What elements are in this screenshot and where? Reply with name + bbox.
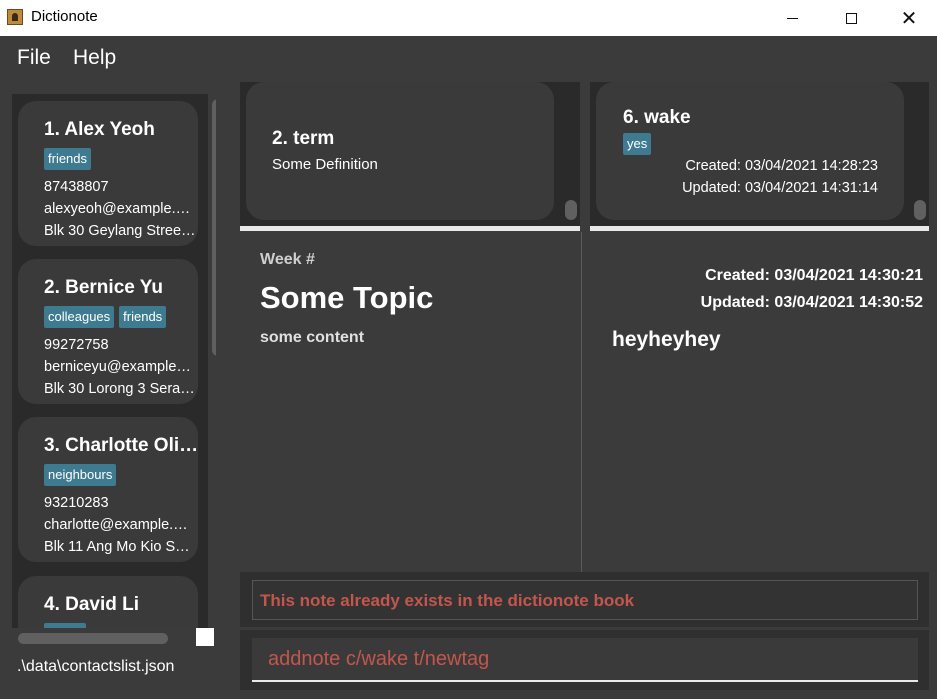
contact-name: 1. Alex Yeoh [44,119,155,140]
split-divider[interactable] [240,226,580,231]
contact-list-horizontal-scrollbar[interactable] [12,628,198,646]
result-box: This note already exists in the dictiono… [252,580,918,620]
definition-card[interactable]: 2. term Some Definition [246,82,554,220]
contact-card[interactable]: 3. Charlotte Oli… neighbours 93210283 ch… [18,417,198,562]
contact-phone: 93210283 [44,495,109,511]
contact-name: 3. Charlotte Oli… [44,435,199,456]
contact-address: Blk 30 Lorong 3 Sera… [44,381,195,397]
note-view: Created: 03/04/2021 14:30:21 Updated: 03… [592,232,929,572]
week-label: Week # [260,251,315,268]
close-icon: ✕ [900,6,918,30]
contact-name: 2. Bernice Yu [44,277,163,298]
contact-list[interactable]: 1. Alex Yeoh friends 87438807 alexyeoh@e… [12,94,216,629]
split-divider[interactable] [590,226,929,231]
contact-card[interactable]: 1. Alex Yeoh friends 87438807 alexyeoh@e… [18,101,198,246]
definition-title: 2. term [272,128,335,149]
note-created: Created: 03/04/2021 14:28:23 [685,158,878,174]
note-card[interactable]: 6. wake yes Created: 03/04/2021 14:28:23… [596,82,904,220]
content-text: some content [260,329,365,346]
contact-card[interactable]: 4. David Li family [18,576,198,629]
scrollbar-thumb[interactable] [565,200,577,220]
contact-address: Blk 30 Geylang Stree… [44,223,196,239]
title-bar: Dictionote ✕ [0,0,937,36]
contact-panel: 1. Alex Yeoh friends 87438807 alexyeoh@e… [0,82,228,699]
note-tags: yes [623,133,652,155]
minimize-button[interactable] [763,0,821,36]
contact-address: Blk 11 Ang Mo Kio S… [44,539,190,555]
contact-tags: neighbours [44,464,117,486]
contact-email: berniceyu@example… [44,359,191,375]
menu-bar: File Help [0,36,937,82]
definition-text: Some Definition [272,156,378,173]
note-list[interactable]: 6. wake yes Created: 03/04/2021 14:28:23… [590,82,929,227]
note-title: 6. wake [623,107,691,128]
contact-card[interactable]: 2. Bernice Yu colleagues friends 9927275… [18,259,198,404]
note-updated: Updated: 03/04/2021 14:31:14 [682,180,878,196]
tag-badge: friends [44,148,92,170]
result-display: This note already exists in the dictiono… [240,572,929,627]
contact-tags: colleagues friends [44,306,167,328]
main-area: 2. term Some Definition 6. wake yes Crea… [228,82,937,699]
topic-title: Some Topic [260,280,434,315]
contact-email: alexyeoh@example.… [44,201,191,217]
status-bar-path: .\data\contactslist.json [17,658,175,675]
scrollbar-thumb[interactable] [914,200,926,220]
maximize-icon [845,12,857,24]
contact-phone: 87438807 [44,179,109,195]
contact-list-vertical-scrollbar[interactable] [208,94,216,629]
tag-badge: neighbours [44,464,117,486]
contact-phone: 99272758 [44,337,109,353]
definition-list[interactable]: 2. term Some Definition [240,82,580,227]
menu-help[interactable]: Help [73,46,116,70]
result-message: This note already exists in the dictiono… [260,591,635,610]
tag-badge: yes [623,133,652,155]
menu-file[interactable]: File [17,46,51,70]
scrollbar-thumb[interactable] [18,633,168,644]
note-view-body: heyheyhey [612,328,721,351]
close-button[interactable]: ✕ [880,0,937,36]
note-view-created: Created: 03/04/2021 14:30:21 [705,267,923,284]
command-input[interactable] [252,638,918,682]
scrollbar-thumb[interactable] [212,99,216,356]
tag-badge: friends [119,306,167,328]
note-view-updated: Updated: 03/04/2021 14:30:52 [700,294,923,311]
contact-tags: friends [44,148,92,170]
scrollbar-corner [196,628,214,646]
contact-name: 4. David Li [44,594,140,615]
app-icon [7,9,23,25]
command-box [240,630,929,690]
minimize-icon [786,17,798,19]
contact-email: charlotte@example.… [44,517,188,533]
pane-divider[interactable] [581,232,582,572]
window-title: Dictionote [31,8,98,25]
content-view: Week # Some Topic some content [240,232,580,572]
tag-badge: colleagues [44,306,115,328]
maximize-button[interactable] [822,0,880,36]
